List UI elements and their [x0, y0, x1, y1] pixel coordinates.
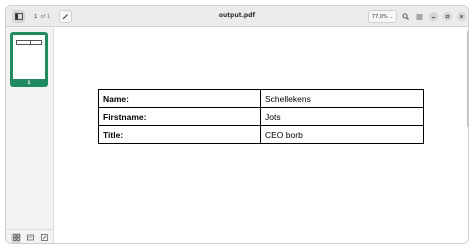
row-value: Schellekens: [260, 89, 424, 108]
annotations-icon: [40, 234, 48, 241]
row-label: Title:: [98, 125, 261, 144]
thumbnail-table-preview: [16, 40, 42, 45]
header-bar: 1 of 1 output.pdf 77,0% ⌄: [6, 6, 468, 27]
zoom-value: 77,0%: [371, 13, 388, 20]
minimize-icon: [432, 17, 435, 18]
outline-view-button[interactable]: [25, 233, 35, 243]
maximize-icon: [445, 14, 450, 19]
close-button[interactable]: [457, 12, 466, 21]
window-title: output.pdf: [218, 12, 256, 19]
info-table: Name: Schellekens Firstname: Jots Title:…: [98, 89, 424, 144]
page-thumbnail[interactable]: 1: [10, 32, 48, 87]
sidebar: 1: [6, 27, 54, 243]
main-menu-button[interactable]: [414, 10, 425, 23]
close-icon: [460, 15, 463, 18]
table-row: Name: Schellekens: [98, 89, 424, 108]
annotations-view-button[interactable]: [39, 233, 49, 243]
table-row: Title: CEO borb: [98, 125, 424, 144]
maximize-button[interactable]: [443, 12, 452, 21]
row-value: Jots: [260, 107, 424, 126]
search-icon: [402, 13, 409, 20]
thumbnails-icon: [12, 234, 20, 241]
row-value: CEO borb: [260, 125, 424, 144]
minimize-button[interactable]: [429, 12, 438, 21]
vertical-scrollbar[interactable]: [467, 31, 468, 127]
outline-icon: [26, 234, 34, 241]
zoom-dropdown[interactable]: 77,0% ⌄: [368, 10, 397, 23]
table-row: Firstname: Jots: [98, 107, 424, 126]
hamburger-icon: [416, 14, 423, 19]
chevron-down-icon: ⌄: [389, 14, 394, 19]
thumbnail-page-number: 1: [27, 81, 31, 86]
app-window: 1 of 1 output.pdf 77,0% ⌄ 1 Name: Schell…: [5, 5, 469, 244]
row-label: Name:: [98, 89, 261, 108]
thumbnail-page-preview: [13, 35, 45, 79]
sidebar-footer: [6, 229, 53, 243]
search-button[interactable]: [400, 10, 411, 23]
document-view[interactable]: Name: Schellekens Firstname: Jots Title:…: [55, 27, 468, 243]
row-label: Firstname:: [98, 107, 261, 126]
thumbnails-view-button[interactable]: [11, 232, 21, 243]
